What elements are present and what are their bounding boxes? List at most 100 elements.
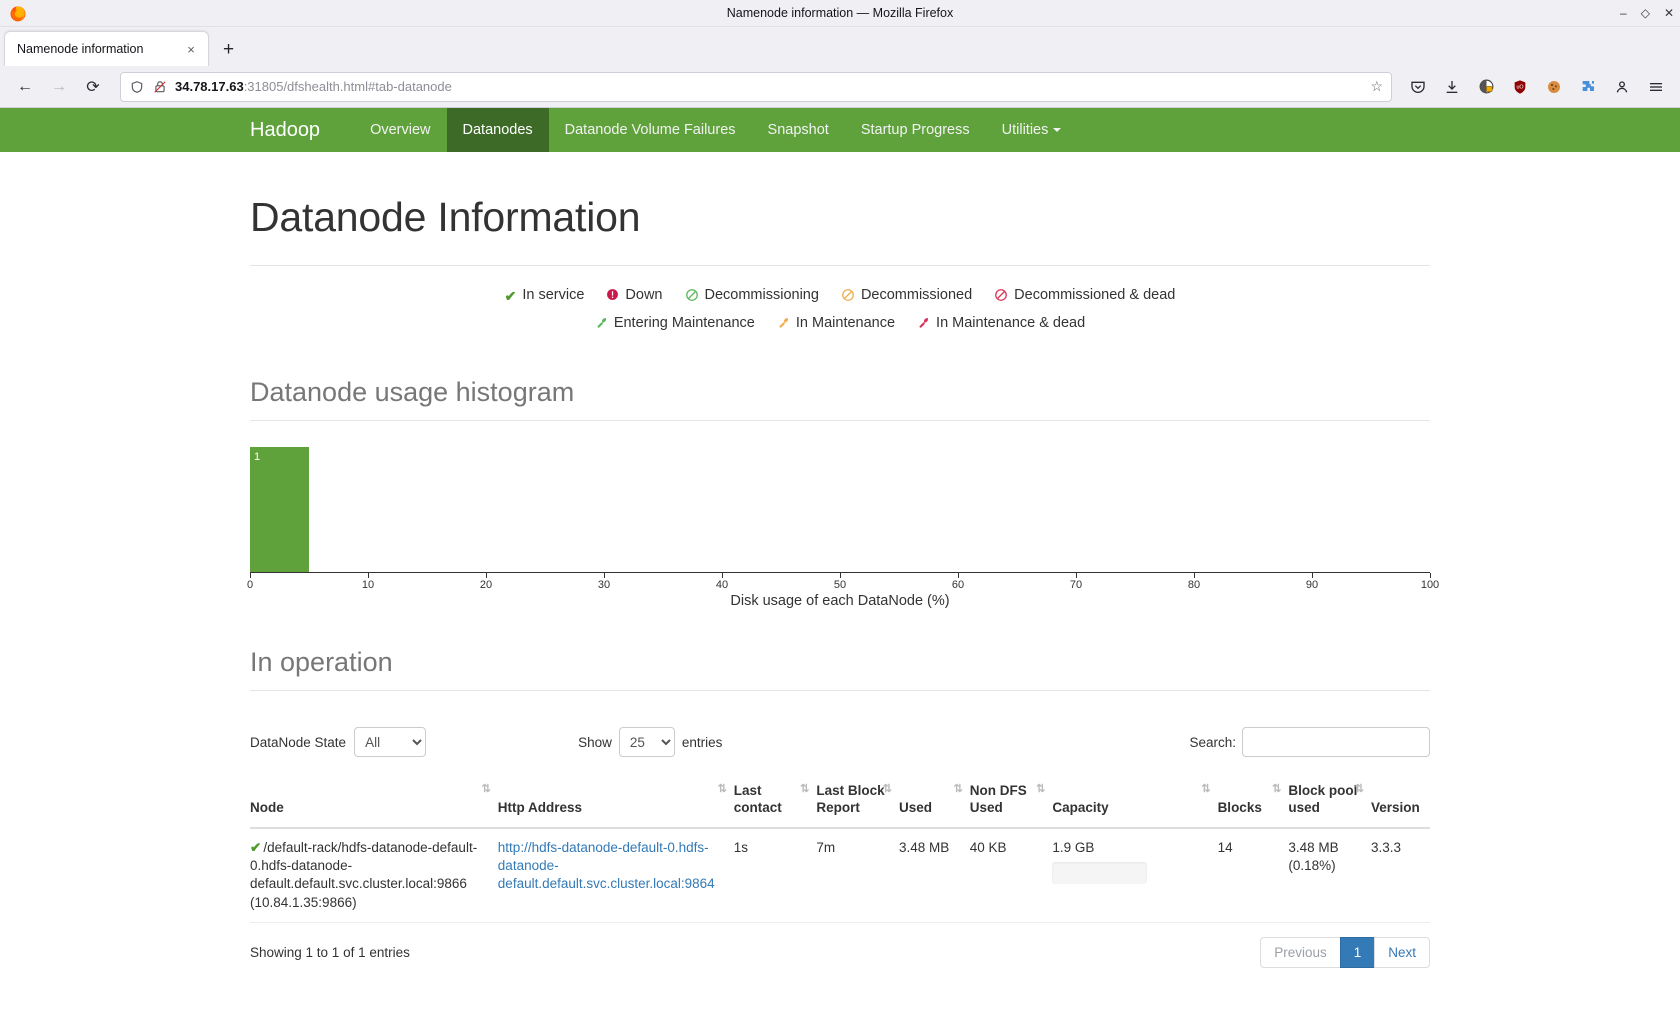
legend-label: In Maintenance & dead — [936, 310, 1085, 338]
page-title: Datanode Information — [250, 194, 1430, 241]
shield-icon[interactable] — [129, 79, 145, 95]
search-input[interactable] — [1242, 727, 1430, 757]
cell-non-dfs-used: 40 KB — [970, 828, 1053, 922]
in-operation-heading: In operation — [250, 647, 1430, 678]
column-header-blocks[interactable]: Blocks⇅ — [1218, 775, 1289, 828]
sort-icon[interactable]: ⇅ — [800, 783, 808, 797]
menu-icon[interactable] — [1642, 73, 1670, 101]
account-icon[interactable] — [1608, 73, 1636, 101]
column-header-node[interactable]: Node⇅ — [250, 775, 498, 828]
wrench-icon — [917, 316, 930, 331]
bookmark-star-icon[interactable]: ☆ — [1370, 78, 1383, 95]
table-body: ✔/default-rack/hdfs-datanode-default-0.h… — [250, 828, 1430, 922]
sort-icon[interactable]: ⇅ — [1355, 783, 1363, 797]
sort-icon[interactable]: ⇅ — [1036, 783, 1044, 797]
back-button[interactable]: ← — [10, 72, 40, 102]
downloads-icon[interactable] — [1438, 73, 1466, 101]
histogram-plot-area: 1 — [250, 447, 1430, 572]
nav-label: Overview — [370, 122, 430, 138]
axis-tick-label: 60 — [952, 579, 964, 591]
window-minimize-icon[interactable]: – — [1620, 7, 1627, 19]
datanode-state-select[interactable]: AllIn ServiceDownDecommissioningDecommis… — [354, 727, 426, 757]
chevron-down-icon — [1053, 128, 1061, 132]
nav-item-startup-progress[interactable]: Startup Progress — [845, 108, 986, 152]
column-header-block-pool-used[interactable]: Block pool used⇅ — [1288, 775, 1371, 828]
close-icon[interactable]: × — [182, 42, 200, 57]
pagination-previous[interactable]: Previous — [1260, 937, 1341, 968]
datanodes-table: Node⇅ Http Address⇅ Last contact ⇅ Last B… — [250, 775, 1430, 923]
url-path: :31805/dfshealth.html#tab-datanode — [244, 79, 452, 94]
search-group: Search: — [1189, 727, 1430, 757]
new-tab-button[interactable]: + — [223, 40, 234, 59]
legend-label: In service — [522, 282, 584, 310]
page-length-select[interactable]: 2550100 — [619, 727, 675, 757]
pagination: Previous 1 Next — [1261, 937, 1430, 968]
histogram-bar: 1 — [250, 447, 309, 572]
sort-icon[interactable]: ⇅ — [1201, 783, 1209, 797]
table-controls: DataNode State AllIn ServiceDownDecommis… — [250, 727, 1430, 757]
axis-tick-label: 20 — [480, 579, 492, 591]
capacity-value: 1.9 GB — [1052, 840, 1094, 855]
cell-last-contact: 1s — [734, 828, 817, 922]
histogram-x-axis-label: Disk usage of each DataNode (%) — [250, 593, 1430, 609]
nav-item-datanode-volume-failures[interactable]: Datanode Volume Failures — [549, 108, 752, 152]
column-header-non-dfs-used[interactable]: Non DFS Used ⇅ — [970, 775, 1053, 828]
column-header-version[interactable]: Version — [1371, 775, 1430, 828]
column-header-used[interactable]: Used⇅ — [899, 775, 970, 828]
legend-row-2: Entering Maintenance In Maintenance In M… — [250, 310, 1430, 338]
ban-icon — [841, 288, 855, 304]
column-header-last-block-report[interactable]: Last Block Report⇅ — [816, 775, 899, 828]
legend-label: Down — [625, 282, 662, 310]
table-row: ✔/default-rack/hdfs-datanode-default-0.h… — [250, 828, 1430, 922]
pagination-page-1[interactable]: 1 — [1340, 937, 1376, 968]
url-host: 34.78.17.63 — [175, 79, 244, 94]
window-close-icon[interactable]: ✕ — [1664, 7, 1674, 19]
browser-navigation-bar: ← → ⟳ 34.78.17.63:31805/dfshealth.html#t… — [0, 66, 1680, 108]
browser-titlebar: Namenode information — Mozilla Firefox –… — [0, 0, 1680, 27]
window-maximize-icon[interactable]: ◇ — [1641, 7, 1650, 19]
nav-item-datanodes[interactable]: Datanodes — [447, 108, 549, 152]
cookie-icon[interactable] — [1540, 73, 1568, 101]
legend-in-maintenance-dead: In Maintenance & dead — [917, 310, 1085, 338]
legend-label: Decommissioned — [861, 282, 972, 310]
column-header-capacity[interactable]: Capacity⇅ — [1052, 775, 1217, 828]
axis-tick-label: 10 — [362, 579, 374, 591]
exclamation-circle-icon — [606, 288, 619, 303]
sort-icon[interactable]: ⇅ — [1272, 783, 1280, 797]
legend-label: Decommissioning — [705, 282, 819, 310]
axis-tick — [604, 573, 605, 578]
axis-tick — [840, 573, 841, 578]
column-header-http-address[interactable]: Http Address⇅ — [498, 775, 734, 828]
nav-item-snapshot[interactable]: Snapshot — [752, 108, 845, 152]
url-bar[interactable]: 34.78.17.63:31805/dfshealth.html#tab-dat… — [120, 72, 1392, 102]
header-label: Non DFS Used — [970, 783, 1027, 815]
reload-button[interactable]: ⟳ — [78, 72, 108, 102]
lock-crossed-icon[interactable] — [152, 79, 168, 95]
url-text[interactable]: 34.78.17.63:31805/dfshealth.html#tab-dat… — [175, 79, 1363, 94]
wrench-icon — [777, 316, 790, 331]
legend-in-service: ✔ In service — [505, 282, 585, 310]
sort-icon[interactable]: ⇅ — [954, 783, 962, 797]
browser-tab-namenode-information[interactable]: Namenode information × — [4, 31, 209, 66]
axis-tick — [958, 573, 959, 578]
privacy-badger-icon[interactable] — [1472, 73, 1500, 101]
pocket-icon[interactable] — [1404, 73, 1432, 101]
window-title: Namenode information — Mozilla Firefox — [0, 6, 1680, 20]
http-address-link[interactable]: http://hdfs-datanode-default-0.hdfs-data… — [498, 840, 715, 891]
pagination-next[interactable]: Next — [1374, 937, 1430, 968]
sort-icon[interactable]: ⇅ — [718, 783, 726, 797]
hadoop-brand[interactable]: Hadoop — [250, 108, 338, 152]
axis-tick — [486, 573, 487, 578]
nav-item-utilities[interactable]: Utilities — [986, 108, 1078, 152]
cell-last-block-report: 7m — [816, 828, 899, 922]
forward-button[interactable]: → — [44, 72, 74, 102]
extensions-icon[interactable] — [1574, 73, 1602, 101]
sort-icon[interactable]: ⇅ — [883, 783, 891, 797]
column-header-last-contact[interactable]: Last contact ⇅ — [734, 775, 817, 828]
ublock-origin-icon[interactable]: uO — [1506, 73, 1534, 101]
window-controls[interactable]: – ◇ ✕ — [1620, 7, 1674, 19]
header-label: Last contact — [734, 783, 782, 815]
sort-icon[interactable]: ⇅ — [482, 783, 490, 797]
check-icon: ✔ — [250, 840, 261, 855]
nav-item-overview[interactable]: Overview — [354, 108, 446, 152]
